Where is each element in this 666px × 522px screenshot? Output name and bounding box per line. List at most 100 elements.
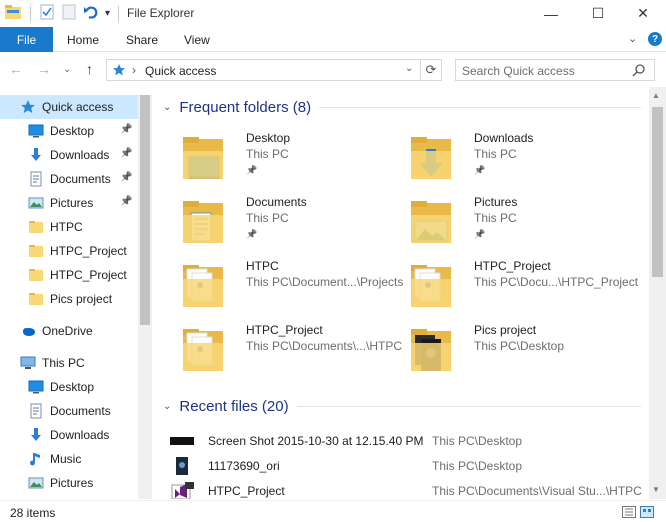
item-count: 28 items [10,506,56,520]
recent-file-row[interactable]: 11173690_ori This PC\Desktop [169,454,649,478]
pin-icon: 📌 [120,172,133,183]
ribbon-tabs: File Home Share View ⌄ ? [0,27,666,52]
collapse-chevron-icon[interactable]: ⌄ [163,401,171,412]
title-bar: ▾ File Explorer — ☐ ✕ [0,0,666,27]
maximize-button[interactable]: ☐ [575,0,621,27]
photo-thumb-icon [169,457,195,475]
folder-tile[interactable]: Downloads This PC 📌 [401,129,629,187]
recent-file-location: This PC\Documents\Visual Stu...\HTPC [432,484,642,498]
sidebar-item[interactable]: Music [0,447,138,471]
folder-tile[interactable]: HTPC_Project This PC\Docu...\HTPC_Project [401,257,638,315]
music-icon [28,451,44,467]
folder-tile[interactable]: HTPC_Project This PC\Documents\...\HTPC [173,321,403,379]
folder-path: This PC [246,211,289,225]
address-dropdown-button[interactable]: ⌄ [405,63,413,74]
properties-icon[interactable] [39,4,55,23]
sidebar-item[interactable]: Documents 📌 [0,167,138,191]
sidebar-item[interactable]: Quick access [0,95,138,119]
download-icon [28,427,44,443]
sidebar-item[interactable]: Pictures 📌 [0,191,138,215]
app-folder-icon [4,4,22,23]
tab-share[interactable]: Share [126,27,158,52]
folder-tile[interactable]: Pics project This PC\Desktop [401,321,629,379]
qat-dropdown-icon[interactable]: ▾ [105,8,110,19]
status-bar: 28 items [0,500,666,522]
close-button[interactable]: ✕ [620,0,666,27]
new-folder-icon[interactable] [61,4,77,23]
ribbon-collapse-button[interactable]: ⌄ [628,32,637,45]
search-input[interactable]: Search Quick access [455,59,655,81]
navigation-pane: Quick access Desktop 📌 Downloads 📌 Documents 📌… [0,95,152,499]
recent-files-title: Recent files (20) [179,398,289,415]
refresh-button[interactable]: ⟳ [421,59,442,81]
sidebar-scrollbar[interactable] [138,95,152,499]
qat-separator [30,5,31,22]
back-button[interactable]: ← [9,61,23,77]
collapse-chevron-icon[interactable]: ⌄ [163,102,171,113]
sidebar-item[interactable]: HTPC_Project [0,263,138,287]
sidebar-item[interactable]: HTPC [0,215,138,239]
sidebar-scroll-thumb[interactable] [140,95,150,325]
scroll-down-icon[interactable]: ▼ [652,485,660,494]
folder-path: This PC [474,211,517,225]
sidebar-item-label: HTPC [50,220,83,234]
folder-tile[interactable]: Pictures This PC 📌 [401,193,629,251]
folder-name: Documents [246,195,307,209]
address-bar[interactable]: › Quick access ⌄ [106,59,421,81]
sidebar-item[interactable]: OneDrive [0,319,138,343]
folder-name: HTPC_Project [474,259,551,273]
tab-view[interactable]: View [184,27,210,52]
pin-icon: 📌 [474,229,486,239]
folder-icon [28,291,44,307]
breadcrumb-separator[interactable]: › [132,63,136,77]
sidebar-item-label: Pics project [50,292,113,306]
pictures-icon [28,195,44,211]
recent-file-row[interactable]: Screen Shot 2015-10-30 at 12.15.40 PM Thi… [169,429,649,453]
content-scroll-thumb[interactable] [652,107,663,277]
forward-button[interactable]: → [37,61,51,77]
folder-tile[interactable]: HTPC This PC\Document...\Projects [173,257,403,315]
folder-tile[interactable]: Desktop This PC 📌 [173,129,401,187]
sidebar-item[interactable]: Pics project [0,287,138,311]
pictures-icon [28,475,44,491]
folder-name: Downloads [474,131,534,145]
content-scrollbar[interactable]: ▲ ▼ [649,87,666,499]
folder-path: This PC\Documents\...\HTPC [246,339,403,353]
sidebar-item[interactable]: Downloads 📌 [0,143,138,167]
undo-icon[interactable] [83,4,99,23]
help-button[interactable]: ? [648,32,662,46]
folder-name: HTPC_Project [246,323,323,337]
recent-file-name: 11173690_ori [208,459,280,473]
desktop-icon [28,123,44,139]
cloud-icon [20,323,36,339]
sidebar-item[interactable]: Downloads [0,423,138,447]
folder-icon [28,267,44,283]
visual-studio-icon [169,482,195,499]
scroll-up-icon[interactable]: ▲ [652,91,660,100]
sidebar-item[interactable]: Pictures [0,471,138,495]
up-button[interactable]: ↑ [86,61,93,77]
recent-files-header[interactable]: ⌄ Recent files (20) [163,398,641,415]
quick-access-toolbar: ▾ [4,4,121,23]
recent-locations-button[interactable]: ⌄ [63,64,71,75]
sidebar-item[interactable]: Documents [0,399,138,423]
sidebar-item[interactable]: Desktop 📌 [0,119,138,143]
tab-home[interactable]: Home [67,27,99,52]
sidebar-item-label: Desktop [50,380,95,394]
sidebar-item[interactable]: Desktop [0,375,138,399]
details-view-icon[interactable] [622,506,636,521]
folder-tile[interactable]: Documents This PC 📌 [173,193,401,251]
sidebar-item-label: This PC [42,356,85,370]
frequent-folders-header[interactable]: ⌄ Frequent folders (8) [163,99,641,116]
sidebar-item[interactable]: HTPC_Project [0,239,138,263]
tab-file[interactable]: File [0,27,53,52]
download-icon [28,147,44,163]
sidebar-item[interactable]: This PC [0,351,138,375]
view-switcher [622,506,654,521]
folder-icon [173,325,229,373]
minimize-button[interactable]: — [528,0,574,27]
breadcrumb[interactable]: Quick access [145,64,216,78]
recent-file-row[interactable]: HTPC_Project This PC\Documents\Visual Stu… [169,479,649,499]
large-icons-view-icon[interactable] [640,506,654,521]
header-divider [296,406,641,407]
